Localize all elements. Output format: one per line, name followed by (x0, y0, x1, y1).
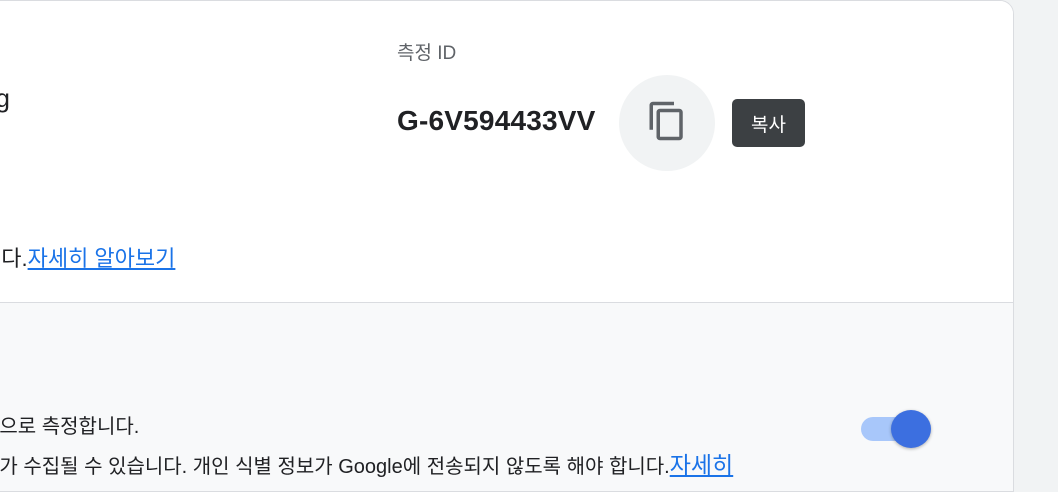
measurement-id-value: G-6V594433VV (397, 105, 596, 136)
copy-button[interactable] (619, 75, 715, 171)
stream-details-card: og 측정 ID G-6V594433VV 복사 니다.자세히 알아보기 등으로… (0, 0, 1014, 492)
learn-more-link[interactable]: 자세히 알아보기 (28, 246, 176, 271)
stream-details-section: og 측정 ID G-6V594433VV 복사 니다.자세히 알아보기 (0, 1, 1013, 303)
copy-tooltip: 복사 (732, 99, 805, 147)
measurement-id-label: 측정 ID (397, 43, 457, 64)
enhanced-learn-more-link[interactable]: 자세히 (670, 452, 733, 478)
enhanced-measurement-section: 등으로 측정합니다. 터가 수집될 수 있습니다. 개인 식별 정보가 Goog… (0, 303, 1013, 491)
toggle-knob (891, 410, 931, 448)
info-text-fragment: 니다. (0, 246, 28, 271)
warning-text: 터가 수집될 수 있습니다. 개인 식별 정보가 Google에 전송되지 않도… (0, 456, 670, 478)
stream-name: og (0, 83, 10, 114)
enhanced-measurement-description: 등으로 측정합니다. (0, 416, 140, 438)
enhanced-measurement-toggle[interactable] (859, 410, 933, 448)
info-text: 니다.자세히 알아보기 (0, 241, 175, 273)
enhanced-measurement-warning: 터가 수집될 수 있습니다. 개인 식별 정보가 Google에 전송되지 않도… (0, 446, 733, 480)
copy-icon (646, 99, 688, 148)
